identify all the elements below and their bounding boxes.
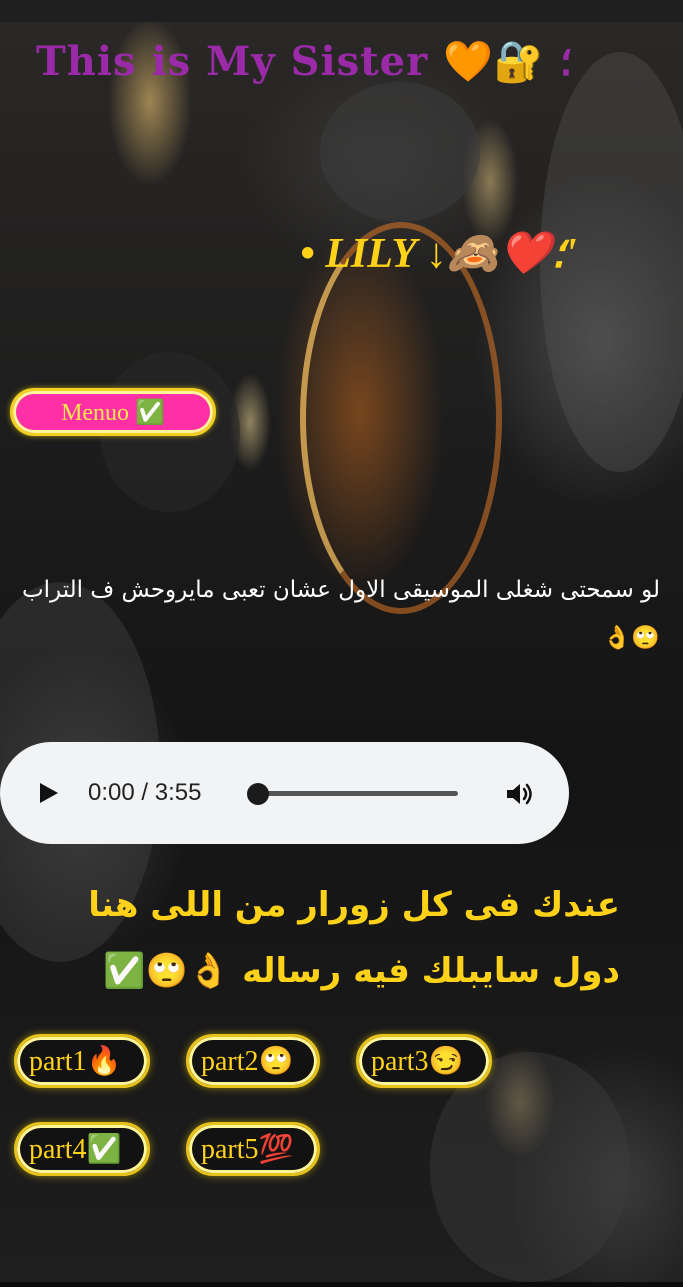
instruction-text: لو سمحتى شغلى الموسيقى الاول عشان تعبى م…	[21, 577, 660, 651]
seek-thumb[interactable]	[247, 783, 269, 805]
status-bar	[0, 0, 683, 22]
page-title: This is My Sister 🧡🔐 ؛	[36, 38, 573, 85]
page-subtitle: • LILY ↓🙈❤️؛'	[300, 231, 577, 277]
volume-icon[interactable]	[505, 780, 535, 808]
menu-button[interactable]: Menuo ✅	[10, 388, 216, 436]
seek-slider[interactable]	[247, 783, 458, 805]
part1-button[interactable]: part1🔥	[14, 1034, 150, 1088]
part4-button[interactable]: part4✅	[14, 1122, 150, 1176]
time-display: 0:00 / 3:55	[88, 779, 202, 806]
navigation-bar	[0, 1282, 683, 1287]
headline-message: عندك فى كل زورار من اللى هنا دول سايبلك …	[88, 885, 620, 991]
part2-button[interactable]: part2🙄	[186, 1034, 320, 1088]
part3-button[interactable]: part3😏	[356, 1034, 492, 1088]
play-icon[interactable]	[40, 783, 58, 803]
audio-player: 0:00 / 3:55	[0, 742, 569, 844]
part5-button[interactable]: part5💯	[186, 1122, 320, 1176]
